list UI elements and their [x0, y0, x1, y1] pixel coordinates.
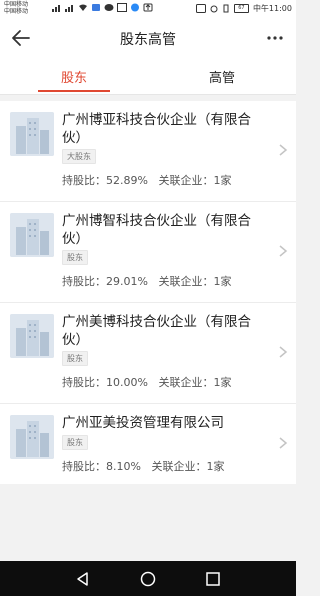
share-info: 持股比：52.89% 关联企业：1家: [62, 172, 231, 188]
clock: 中午11:00: [252, 4, 292, 13]
company-name: 广州美博科技合伙企业（有限合伙）: [62, 314, 251, 348]
share-value: 52.89%: [106, 174, 148, 187]
role-tag: 股东: [62, 250, 88, 265]
app-icon: [131, 3, 139, 12]
related-value: 1家: [213, 376, 232, 389]
signal-icon-2: [65, 5, 73, 12]
list-item[interactable]: 广州博智科技合伙企业（有限合伙） 股东 持股比：29.01% 关联企业：1家: [0, 202, 296, 303]
more-icon[interactable]: [264, 28, 286, 48]
upload-icon: [143, 3, 153, 12]
chat-icon: [104, 4, 114, 11]
triangle-back-icon[interactable]: [74, 570, 92, 588]
building-icon: [10, 213, 54, 257]
active-tab-indicator: [38, 90, 110, 92]
building-icon: [10, 415, 54, 459]
company-name: 广州博亚科技合伙企业（有限合伙）: [62, 112, 251, 146]
chevron-right-icon: [279, 437, 288, 449]
nfc-icon: [195, 4, 206, 13]
share-label: 持股比：: [62, 460, 106, 473]
carrier-2: 中国移动: [4, 8, 29, 15]
page-title: 股东高管: [120, 32, 176, 48]
share-value: 10.00%: [106, 376, 148, 389]
building-icon: [10, 314, 54, 358]
circle-home-icon[interactable]: [139, 570, 157, 588]
list-item[interactable]: 广州博亚科技合伙企业（有限合伙） 大股东 持股比：52.89% 关联企业：1家: [0, 101, 296, 202]
related-label: 关联企业：: [151, 460, 207, 473]
chevron-right-icon: [279, 245, 288, 257]
battery-icon: 67: [233, 4, 249, 13]
related-label: 关联企业：: [158, 376, 214, 389]
status-icons: [52, 3, 153, 12]
image-icon: [117, 3, 127, 12]
share-value: 29.01%: [106, 275, 148, 288]
related-value: 1家: [213, 174, 232, 187]
related-value: 1家: [206, 460, 225, 473]
list-item[interactable]: 广州亚美投资管理有限公司 股东 持股比：8.10% 关联企业：1家: [0, 404, 296, 484]
tab-shareholders[interactable]: 股东: [0, 67, 148, 86]
building-icon: [10, 112, 54, 156]
share-value: 8.10%: [106, 460, 141, 473]
share-info: 持股比：10.00% 关联企业：1家: [62, 374, 231, 390]
company-name: 广州博智科技合伙企业（有限合伙）: [62, 213, 251, 247]
role-tag: 大股东: [62, 149, 96, 164]
company-name: 广州亚美投资管理有限公司: [62, 415, 224, 431]
share-label: 持股比：: [62, 174, 106, 187]
signal-icon: [52, 5, 60, 12]
share-label: 持股比：: [62, 376, 106, 389]
tab-bar: 股东 高管: [0, 60, 296, 95]
status-bar: 中国移动 中国移动 67 中午11:00: [0, 0, 296, 16]
role-tag: 股东: [62, 351, 88, 366]
carrier-1: 中国移动: [4, 1, 29, 8]
square-recent-icon[interactable]: [204, 570, 222, 588]
related-label: 关联企业：: [158, 174, 214, 187]
related-label: 关联企业：: [158, 275, 214, 288]
wifi-icon: [79, 4, 87, 11]
chevron-right-icon: [279, 144, 288, 156]
chevron-right-icon: [279, 346, 288, 358]
vibrate-icon: [223, 4, 229, 13]
app-notification-icon: [92, 4, 100, 11]
share-info: 持股比：8.10% 关联企业：1家: [62, 458, 224, 474]
alarm-icon: [210, 5, 218, 13]
related-value: 1家: [213, 275, 232, 288]
role-tag: 股东: [62, 435, 88, 450]
shareholder-list: 广州博亚科技合伙企业（有限合伙） 大股东 持股比：52.89% 关联企业：1家 …: [0, 101, 296, 484]
app-header: 股东高管: [0, 16, 296, 60]
share-label: 持股比：: [62, 275, 106, 288]
list-item[interactable]: 广州美博科技合伙企业（有限合伙） 股东 持股比：10.00% 关联企业：1家: [0, 303, 296, 404]
system-nav-bar: [0, 561, 296, 596]
tab-executives[interactable]: 高管: [148, 67, 296, 86]
share-info: 持股比：29.01% 关联企业：1家: [62, 273, 231, 289]
status-right: 67 中午11:00: [195, 3, 292, 14]
carrier-info: 中国移动 中国移动: [4, 1, 28, 15]
